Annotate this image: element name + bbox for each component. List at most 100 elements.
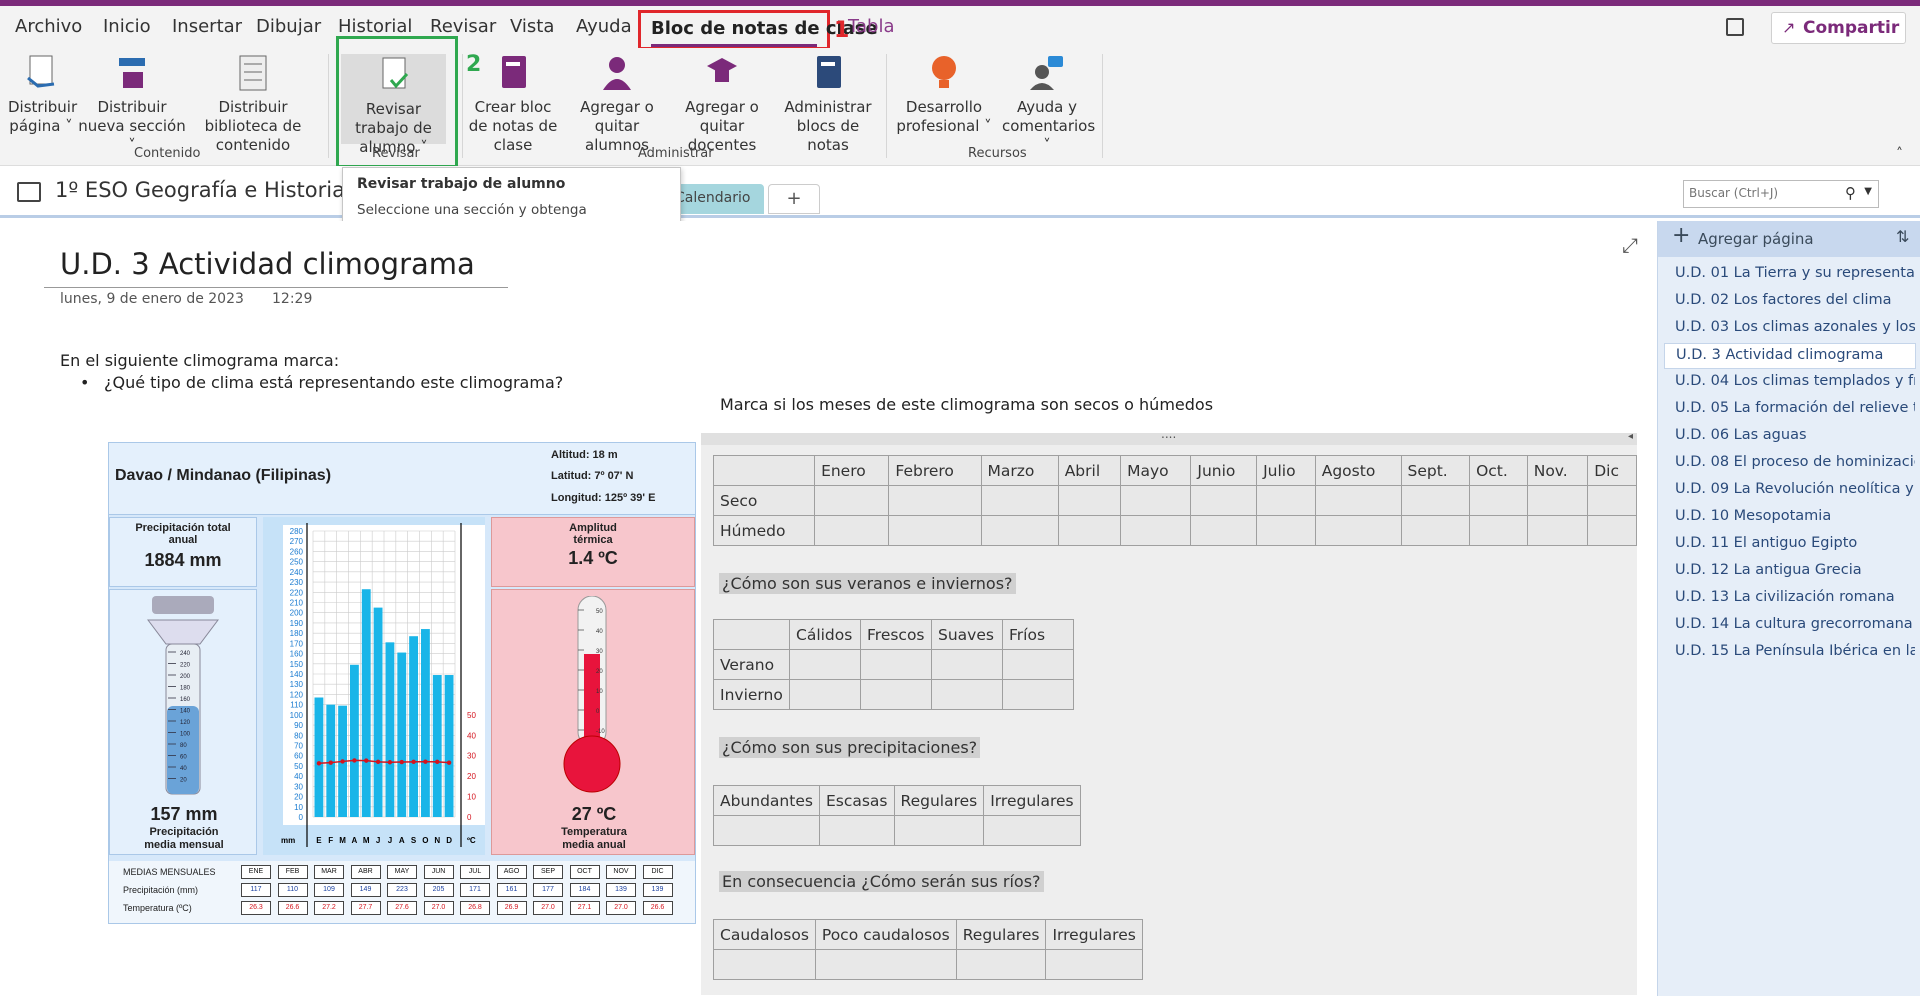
climograma-image[interactable]: Davao / Mindanao (Filipinas) Altitud: 18… xyxy=(108,442,696,924)
page-list-item[interactable]: U.D. 15 La Península Ibérica en la xyxy=(1675,643,1915,659)
search-dropdown-icon[interactable]: ▼ xyxy=(1864,186,1872,197)
months-table[interactable]: Enero Febrero Marzo Abril Mayo Junio Julio Agos… xyxy=(712,455,1637,546)
instruction-text[interactable]: Marca si los meses de este climograma so… xyxy=(720,395,1213,414)
page-list-item[interactable]: U.D. 02 Los factores del clima xyxy=(1675,292,1915,308)
precip-tick-label: 20 xyxy=(294,793,303,802)
page-list-item[interactable]: U.D. 05 La formación del relieve t xyxy=(1675,400,1915,416)
thermo-tick-label: 40 xyxy=(596,629,603,635)
temp-tick-label: 50 xyxy=(467,711,476,720)
page-title[interactable]: U.D. 3 Actividad climograma xyxy=(60,247,475,281)
menu-inicio[interactable]: Inicio xyxy=(103,16,151,37)
precip-tick-label: 60 xyxy=(294,752,303,761)
administrar-blocs-button[interactable]: Administrar blocs de notas xyxy=(778,54,878,155)
question-rivers[interactable]: En consecuencia ¿Cómo serán sus ríos? xyxy=(719,871,1044,892)
question-summers-winters[interactable]: ¿Cómo son sus veranos e inviernos? xyxy=(719,573,1016,594)
page-list-item[interactable]: U.D. 12 La antigua Grecia xyxy=(1675,562,1915,578)
intro-text[interactable]: En el siguiente climograma marca: xyxy=(60,351,339,370)
monthly-cell: 223 xyxy=(387,883,417,897)
crear-bloc-button[interactable]: Crear bloc de notas de clase xyxy=(464,54,562,155)
collapse-arrow-icon[interactable]: ◂ xyxy=(1628,431,1633,442)
precip-tube-icon: 240 220 200 180 160 140 120 100 80 60 40 20 xyxy=(147,596,219,795)
desarrollo-profesional-button[interactable]: Desarrollo profesional ˅ xyxy=(896,54,992,136)
page-list-item[interactable]: U.D. 11 El antiguo Egipto xyxy=(1675,535,1915,551)
bullet-text[interactable]: ¿Qué tipo de clima está representando es… xyxy=(104,373,563,392)
monthly-table-area: MEDIAS MENSUALES Precipitación (mm) Temp… xyxy=(109,861,695,923)
tube-tick-label: 140 xyxy=(180,709,191,715)
share-button[interactable]: ↗ Compartir xyxy=(1771,12,1906,44)
precip-bar xyxy=(432,675,442,817)
container-handle-dots: .... xyxy=(1161,427,1177,441)
menu-dibujar[interactable]: Dibujar xyxy=(256,16,321,37)
month-letter: M xyxy=(339,836,346,845)
thermo-tick-label: 30 xyxy=(596,649,603,655)
revisar-trabajo-alumno-button[interactable]: Revisar trabajo de alumno ˅ xyxy=(341,54,446,156)
temp-point xyxy=(423,759,428,764)
create-notebook-icon xyxy=(496,54,530,92)
ayuda-comentarios-button[interactable]: Ayuda y comentarios ˅ xyxy=(1002,54,1095,155)
page-list-item[interactable]: U.D. 08 El proceso de hominizació xyxy=(1675,454,1915,470)
menu-vista[interactable]: Vista xyxy=(510,16,554,37)
group-administrar: Administrar xyxy=(638,146,714,161)
page-list-item[interactable]: U.D. 3 Actividad climograma xyxy=(1664,343,1916,369)
notebook-title[interactable]: 1º ESO Geografía e Historia xyxy=(55,178,345,202)
precip-tick-label: 150 xyxy=(290,660,304,669)
add-section-tab[interactable]: + xyxy=(768,184,820,214)
page-list-item[interactable]: U.D. 01 La Tierra y su representaci xyxy=(1675,265,1915,281)
menu-insertar[interactable]: Insertar xyxy=(172,16,242,37)
precip-bar xyxy=(421,629,430,817)
precip-tick-label: 170 xyxy=(290,639,304,648)
temp-tick-label: 30 xyxy=(467,752,476,761)
page-list-item[interactable]: U.D. 09 La Revolución neolítica y l xyxy=(1675,481,1915,497)
monthly-cell: SEP xyxy=(533,865,563,879)
page-list-item[interactable]: U.D. 13 La civilización romana xyxy=(1675,589,1915,605)
rivers-table[interactable]: Caudalosos Poco caudalosos Regulares Irregu… xyxy=(713,919,1143,980)
monthly-cell: 205 xyxy=(423,883,454,897)
monthly-cell: ABR xyxy=(350,865,381,879)
menu-revisar[interactable]: Revisar xyxy=(430,16,496,37)
page-list-item[interactable]: U.D. 03 Los climas azonales y los c xyxy=(1675,319,1915,335)
add-page-bar[interactable]: + Agregar página ⇅ xyxy=(1658,221,1920,257)
mean-temp-value: 27 ºC xyxy=(571,804,617,824)
precip-tick-label: 70 xyxy=(294,742,303,751)
temp-point xyxy=(340,759,345,764)
precip-tick-label: 10 xyxy=(294,803,303,812)
expand-icon[interactable]: ⤢ xyxy=(1622,233,1638,257)
precipitation-table[interactable]: Abundantes Escasas Regulares Irregulares xyxy=(713,785,1081,846)
temp-point xyxy=(387,760,393,765)
search-box[interactable]: ⚲ ▼ xyxy=(1683,180,1879,208)
notebook-icon[interactable] xyxy=(17,182,41,202)
amplitude-value: 1.4 ºC xyxy=(568,548,618,568)
temp-point xyxy=(316,761,322,766)
tab-calendario[interactable]: Calendario xyxy=(668,184,764,214)
question-precipitation[interactable]: ¿Cómo son sus precipitaciones? xyxy=(719,737,981,758)
menu-ayuda[interactable]: Ayuda xyxy=(576,16,632,37)
sort-pages-icon[interactable]: ⇅ xyxy=(1896,227,1909,246)
agregar-docentes-button[interactable]: Agregar o quitar docentes xyxy=(670,54,774,155)
menu-tabla[interactable]: Tabla xyxy=(848,16,895,37)
page-list-item[interactable]: U.D. 04 Los climas templados y frí xyxy=(1675,373,1915,389)
active-tab-underline xyxy=(651,44,817,47)
agregar-alumnos-button[interactable]: Agregar o quitar alumnos xyxy=(568,54,666,155)
seasons-table[interactable]: Cálidos Frescos Suaves Fríos Verano Inviern… xyxy=(713,619,1074,710)
tube-tick-label: 60 xyxy=(180,755,187,761)
search-icon[interactable]: ⚲ xyxy=(1845,184,1856,202)
distribuir-pagina-button[interactable]: Distribuir página ˅ xyxy=(8,54,77,136)
menu-historial[interactable]: Historial xyxy=(338,16,412,37)
precip-bar xyxy=(361,589,371,817)
share-label: Compartir xyxy=(1803,18,1900,38)
page-list-item[interactable]: U.D. 14 La cultura grecorromana xyxy=(1675,616,1915,632)
distribuir-biblioteca-button[interactable]: Distribuir biblioteca de contenido xyxy=(186,54,320,155)
menu-archivo[interactable]: Archivo xyxy=(15,16,82,37)
page-list-item[interactable]: U.D. 06 Las aguas xyxy=(1675,427,1915,443)
search-input[interactable] xyxy=(1684,181,1834,205)
tube-tick-label: 180 xyxy=(180,686,191,692)
distribuir-nueva-seccion-button[interactable]: Distribuir nueva sección ˅ xyxy=(78,54,186,155)
notebook-view-icon[interactable] xyxy=(1726,18,1744,36)
monthly-cell: DIC xyxy=(642,865,673,879)
answer-container: .... ◂ Enero Febrero Marzo Abril Mayo Junio Ju… xyxy=(701,427,1637,995)
collapse-ribbon-icon[interactable]: ˄ xyxy=(1896,146,1903,162)
menu-bloc-de-notas-de-clase-highlight[interactable]: Bloc de notas de clase xyxy=(638,10,878,50)
monthly-cell: 26.9 xyxy=(496,901,527,915)
container-handle-bar[interactable]: .... ◂ xyxy=(701,427,1637,445)
page-list-item[interactable]: U.D. 10 Mesopotamia xyxy=(1675,508,1915,524)
